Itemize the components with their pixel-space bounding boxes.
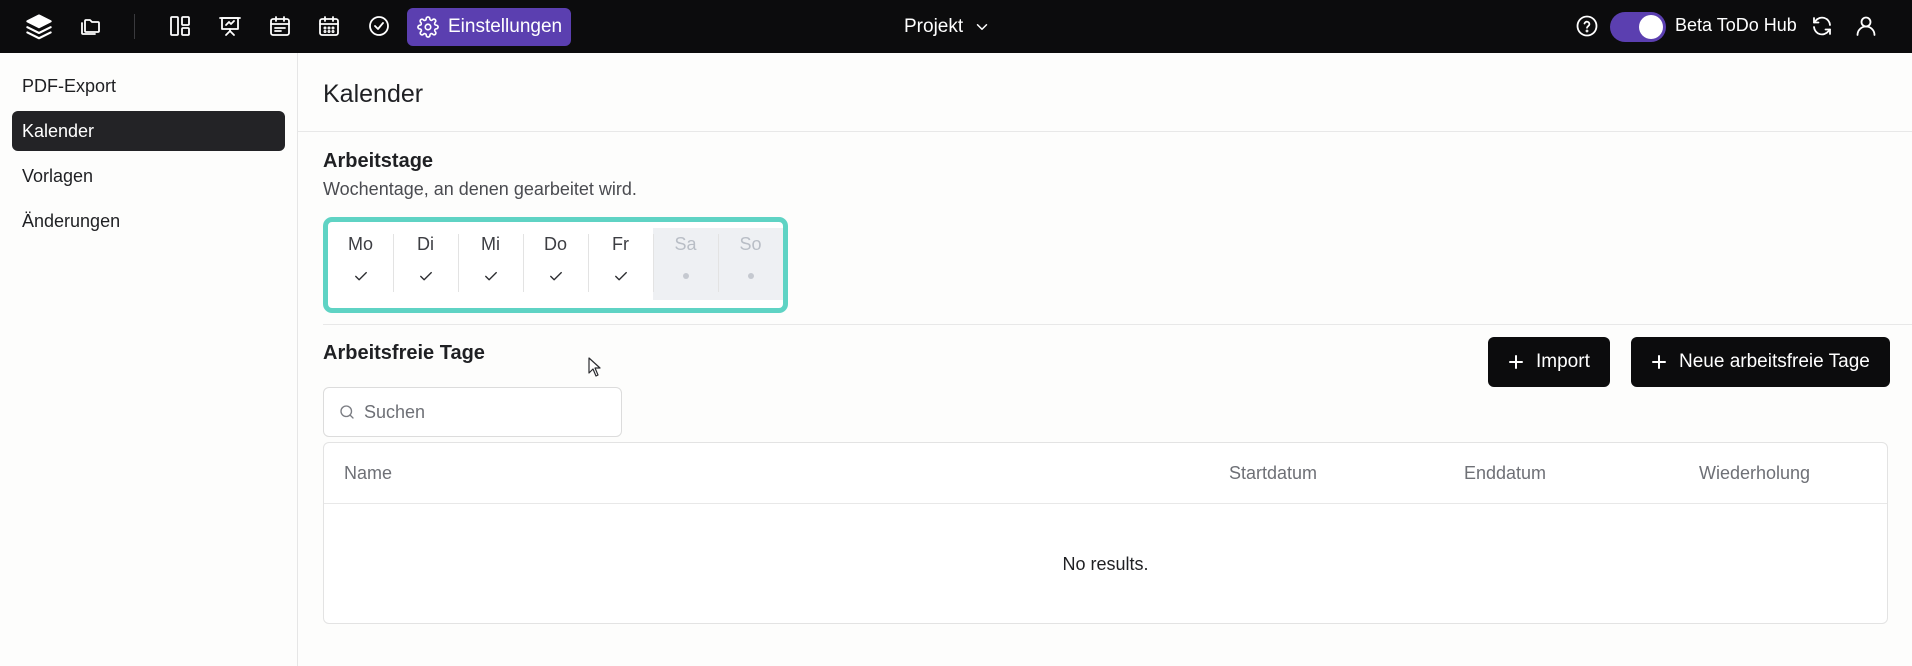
- beta-toggle[interactable]: [1610, 12, 1666, 42]
- sidebar-item-label: PDF-Export: [22, 75, 117, 96]
- top-bar: Einstellungen Projekt Beta ToDo Hub: [0, 0, 1912, 53]
- check-icon: [612, 266, 630, 286]
- divider: [298, 131, 1912, 132]
- main-content: Kalender Arbeitstage Wochentage, an dene…: [298, 53, 1912, 666]
- dot-icon: [747, 266, 754, 286]
- sidebar-item-vorlagen[interactable]: Vorlagen: [12, 156, 285, 196]
- column-header-enddatum[interactable]: Enddatum: [1464, 463, 1546, 484]
- search-field: [323, 387, 622, 437]
- search-icon: [340, 405, 354, 419]
- sidebar-item-pdf-export[interactable]: PDF-Export: [12, 66, 285, 106]
- dot-icon: [682, 266, 689, 286]
- layers-icon[interactable]: [24, 11, 54, 41]
- plus-icon: [1652, 355, 1666, 369]
- sidebar-item-aenderungen[interactable]: Änderungen: [12, 201, 285, 241]
- calendar-icon[interactable]: [265, 11, 295, 41]
- day-toggle-do[interactable]: Do: [523, 228, 588, 300]
- folders-icon[interactable]: [75, 11, 105, 41]
- project-dropdown[interactable]: Projekt: [904, 12, 991, 42]
- check-icon: [417, 266, 435, 286]
- help-icon[interactable]: [1572, 11, 1602, 41]
- day-toggle-sa[interactable]: Sa: [653, 228, 718, 300]
- add-holiday-button[interactable]: Neue arbeitsfreie Tage: [1631, 337, 1890, 387]
- plus-icon: [1509, 355, 1523, 369]
- page-title: Kalender: [323, 80, 424, 108]
- toolbar-divider: [134, 14, 135, 39]
- workdays-subtitle: Wochentage, an denen gearbeitet wird.: [323, 179, 637, 199]
- add-holiday-label: Neue arbeitsfreie Tage: [1679, 351, 1870, 372]
- divider: [324, 503, 1887, 504]
- chevron-down-icon: [976, 24, 988, 30]
- toggle-knob: [1639, 15, 1663, 39]
- day-label: Sa: [674, 234, 697, 254]
- weekday-selector: Mo Di Mi Do Fr Sa So: [323, 217, 788, 313]
- import-label: Import: [1536, 351, 1590, 372]
- gear-icon: [417, 16, 439, 38]
- column-header-startdatum[interactable]: Startdatum: [1229, 463, 1317, 484]
- check-circle-icon[interactable]: [364, 11, 394, 41]
- presentation-icon[interactable]: [215, 11, 245, 41]
- settings-button[interactable]: Einstellungen: [407, 8, 571, 46]
- sidebar-item-kalender[interactable]: Kalender: [12, 111, 285, 151]
- board-icon[interactable]: [165, 11, 195, 41]
- sidebar: PDF-Export Kalender Vorlagen Änderungen: [0, 53, 298, 666]
- day-toggle-mo[interactable]: Mo: [328, 228, 393, 300]
- column-header-wiederholung[interactable]: Wiederholung: [1699, 463, 1810, 484]
- user-icon[interactable]: [1851, 11, 1881, 41]
- import-button[interactable]: Import: [1488, 337, 1610, 387]
- day-label: Di: [417, 234, 434, 254]
- calendar-grid-icon[interactable]: [314, 11, 344, 41]
- check-icon: [547, 266, 565, 286]
- holidays-title: Arbeitsfreie Tage: [323, 342, 485, 364]
- holidays-table: Name Startdatum Enddatum Wiederholung No…: [323, 442, 1888, 624]
- day-label: Mo: [347, 234, 373, 254]
- day-label: Do: [543, 234, 567, 254]
- sidebar-item-label: Änderungen: [22, 210, 121, 231]
- refresh-icon[interactable]: [1807, 11, 1837, 41]
- workdays-title: Arbeitstage: [323, 150, 434, 172]
- sidebar-item-label: Vorlagen: [22, 165, 94, 186]
- day-label: Fr: [612, 234, 629, 254]
- day-label: So: [739, 234, 762, 254]
- day-toggle-di[interactable]: Di: [393, 228, 458, 300]
- check-icon: [352, 266, 370, 286]
- day-toggle-so[interactable]: So: [718, 228, 783, 300]
- project-label: Projekt: [904, 16, 964, 37]
- day-toggle-fr[interactable]: Fr: [588, 228, 653, 300]
- search-input[interactable]: [364, 401, 614, 423]
- column-header-name[interactable]: Name: [344, 463, 392, 484]
- check-icon: [482, 266, 500, 286]
- sidebar-item-label: Kalender: [22, 120, 95, 141]
- settings-label: Einstellungen: [448, 16, 563, 37]
- day-label: Mi: [481, 234, 500, 254]
- beta-label: Beta ToDo Hub: [1675, 15, 1797, 35]
- empty-state: No results.: [1062, 554, 1149, 574]
- divider: [323, 324, 1912, 325]
- mouse-cursor-icon: [588, 357, 601, 377]
- day-toggle-mi[interactable]: Mi: [458, 228, 523, 300]
